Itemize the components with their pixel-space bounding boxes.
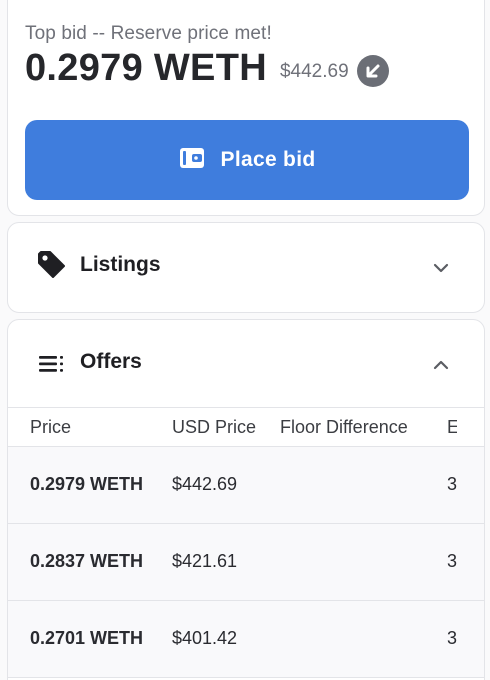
offers-table-header: Price USD Price Floor Difference E <box>8 407 484 447</box>
offers-title: Offers <box>80 350 142 373</box>
list-icon <box>37 349 67 379</box>
offer-price: 0.2979 WETH <box>30 474 144 494</box>
listings-panel: Listings <box>7 222 485 313</box>
place-bid-button[interactable]: Place bid <box>25 120 469 200</box>
offer-price: 0.2701 WETH <box>30 628 144 648</box>
bid-price: 0.2979 WETH <box>25 47 267 89</box>
bid-status-text: Top bid -- Reserve price met! <box>25 23 272 44</box>
table-row[interactable]: 0.2701 WETH $401.42 3 <box>8 601 484 678</box>
offers-table: Price USD Price Floor Difference E 0.297… <box>8 407 484 678</box>
offer-expiration: 3 <box>447 551 457 571</box>
wallet-icon <box>179 147 205 174</box>
column-header-expiration[interactable]: E <box>447 417 457 438</box>
offer-price: 0.2837 WETH <box>30 551 144 571</box>
offer-expiration: 3 <box>447 474 457 494</box>
column-header-usd-price[interactable]: USD Price <box>172 417 256 438</box>
offer-usd-price: $421.61 <box>172 551 238 571</box>
offer-expiration: 3 <box>447 628 457 648</box>
top-bid-card: Top bid -- Reserve price met! 0.2979 WET… <box>7 0 485 216</box>
offer-usd-price: $401.42 <box>172 628 238 648</box>
arrow-down-left-icon <box>356 54 389 87</box>
offers-header[interactable]: Offers <box>8 320 484 407</box>
table-row[interactable]: 0.2979 WETH $442.69 3 <box>8 447 484 524</box>
bid-price-row: 0.2979 WETH $442.69 <box>25 47 389 90</box>
listings-title: Listings <box>80 253 161 276</box>
chevron-up-icon[interactable] <box>432 356 450 374</box>
listings-header[interactable]: Listings <box>8 223 484 311</box>
bid-usd-price: $442.69 <box>279 60 349 82</box>
offer-usd-price: $442.69 <box>172 474 238 494</box>
column-header-floor-difference[interactable]: Floor Difference <box>280 417 408 438</box>
chevron-down-icon[interactable] <box>432 259 450 277</box>
offers-panel: Offers Price USD Price Floor Difference … <box>7 319 485 680</box>
column-header-price[interactable]: Price <box>30 417 71 438</box>
tag-icon <box>37 250 67 280</box>
table-row[interactable]: 0.2837 WETH $421.61 3 <box>8 524 484 601</box>
place-bid-label: Place bid <box>220 148 316 171</box>
